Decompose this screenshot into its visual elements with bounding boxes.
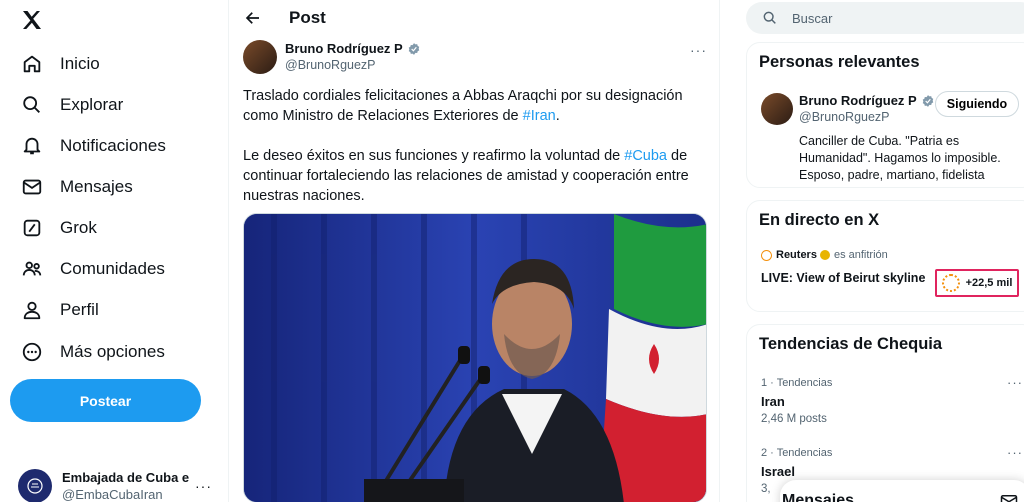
person-bio: Canciller de Cuba. "Patria es Humanidad"… — [799, 134, 1001, 182]
trend-item[interactable]: 1 · Tendencias Iran 2,46 M posts ··· — [761, 375, 1023, 425]
listener-count-label: +22,5 mil — [965, 277, 1013, 289]
tweet-author: Bruno Rodríguez P @BrunoRguezP ··· — [243, 40, 707, 74]
more-circle-icon — [20, 340, 44, 364]
account-switcher[interactable]: Embajada de Cuba er @EmbaCubaIran ··· — [10, 466, 220, 502]
author-name[interactable]: Bruno Rodríguez P — [285, 40, 403, 57]
mail-icon[interactable] — [1000, 494, 1018, 502]
more-icon[interactable]: ··· — [195, 478, 212, 494]
x-logo-icon[interactable] — [18, 6, 46, 34]
tweet-paragraph: Le deseo éxitos en sus funciones y reafi… — [243, 146, 703, 206]
more-icon[interactable]: ··· — [690, 42, 707, 58]
verified-badge-icon — [922, 94, 933, 107]
avatar[interactable] — [761, 93, 793, 125]
post-button[interactable]: Postear — [10, 379, 201, 422]
more-icon[interactable]: ··· — [1007, 375, 1023, 390]
more-icon[interactable]: ··· — [1007, 445, 1023, 460]
trends-panel: Tendencias de Chequia 1 · Tendencias Ira… — [746, 324, 1024, 502]
account-handle: @EmbaCubaIran — [62, 487, 163, 502]
person-name[interactable]: Bruno Rodríguez P — [799, 93, 917, 108]
nav-item-comunidades[interactable]: Comunidades — [10, 249, 175, 289]
panel-title: En directo en X — [759, 211, 880, 229]
search-input[interactable]: Buscar — [746, 2, 1024, 34]
nav-item-inicio[interactable]: Inicio — [10, 44, 110, 84]
avatar[interactable] — [243, 40, 277, 74]
text-span: . — [555, 108, 560, 124]
live-panel: En directo en X Reuters es anfitrión LIV… — [746, 200, 1024, 312]
search-placeholder: Buscar — [792, 10, 833, 26]
host-suffix: es anfitrión — [833, 249, 888, 261]
live-stream-title[interactable]: LIVE: View of Beirut skyline — [761, 271, 925, 285]
avatar — [18, 469, 52, 502]
nav-label: Más opciones — [60, 342, 165, 361]
grok-icon — [20, 216, 44, 240]
trend-count: 2,46 M posts — [761, 413, 827, 425]
nav-item-mensajes[interactable]: Mensajes — [10, 167, 143, 207]
live-ring-icon — [941, 274, 960, 292]
person-icon — [20, 298, 44, 322]
tweet-image[interactable] — [243, 213, 707, 502]
nav-label: Perfil — [60, 300, 99, 319]
people-icon — [20, 257, 44, 281]
live-host[interactable]: Reuters es anfitrión — [761, 249, 888, 261]
verified-badge-icon — [408, 42, 419, 55]
host-avatar-icon — [761, 249, 772, 261]
nav-label: Grok — [60, 218, 97, 237]
mail-icon — [20, 175, 44, 199]
hashtag-link[interactable]: #Iran — [523, 108, 556, 124]
trend-name: Israel — [761, 464, 795, 479]
trend-meta: 2 · Tendencias — [761, 447, 833, 459]
tweet-text: Traslado cordiales felicitaciones a Abba… — [243, 86, 703, 226]
search-icon — [762, 10, 778, 26]
nav-label: Explorar — [60, 95, 124, 114]
nav-item-grok[interactable]: Grok — [10, 208, 107, 248]
author-handle[interactable]: @BrunoRguezP — [285, 57, 421, 74]
hashtag-link[interactable]: #Cuba — [624, 148, 667, 164]
nav-item-notificaciones[interactable]: Notificaciones — [10, 126, 176, 166]
nav-label: Mensajes — [60, 177, 133, 196]
nav-item-mas-opciones[interactable]: Más opciones — [10, 332, 175, 372]
nav-label: Inicio — [60, 54, 100, 73]
text-span: Traslado cordiales felicitaciones a Abba… — [243, 88, 683, 124]
account-name: Embajada de Cuba er — [62, 470, 190, 485]
nav-label: Notificaciones — [60, 136, 166, 155]
host-name: Reuters — [776, 249, 817, 261]
panel-title: Personas relevantes — [759, 53, 920, 71]
messages-drawer[interactable]: Mensajes — [780, 480, 1024, 502]
relevant-people-panel: Personas relevantes Bruno Rodríguez P @B… — [746, 42, 1024, 188]
search-icon — [20, 93, 44, 117]
verified-gold-icon — [819, 250, 830, 260]
right-sidebar: Buscar Personas relevantes Bruno Rodrígu… — [744, 0, 1024, 502]
trend-meta: 1 · Tendencias — [761, 377, 833, 389]
nav-item-perfil[interactable]: Perfil — [10, 290, 109, 330]
left-navigation: Inicio Explorar Notificaciones Mensajes … — [0, 0, 228, 502]
text-span: Le deseo éxitos en sus funciones y reafi… — [243, 148, 625, 164]
tweet-paragraph: Traslado cordiales felicitaciones a Abba… — [243, 86, 703, 126]
home-icon — [20, 52, 44, 76]
page-title: Post — [289, 8, 326, 27]
messages-label: Mensajes — [782, 492, 855, 502]
panel-title: Tendencias de Chequia — [759, 335, 943, 353]
main-column: Post Bruno Rodríguez P @BrunoRguezP ··· … — [228, 0, 720, 502]
back-arrow-icon[interactable] — [243, 8, 263, 28]
following-button[interactable]: Siguiendo — [935, 91, 1019, 117]
listener-count[interactable]: +22,5 mil — [935, 269, 1019, 297]
person-handle: @BrunoRguezP — [799, 110, 890, 124]
trend-name: Iran — [761, 394, 785, 409]
nav-label: Comunidades — [60, 259, 165, 278]
bell-icon — [20, 134, 44, 158]
nav-item-explorar[interactable]: Explorar — [10, 85, 133, 125]
